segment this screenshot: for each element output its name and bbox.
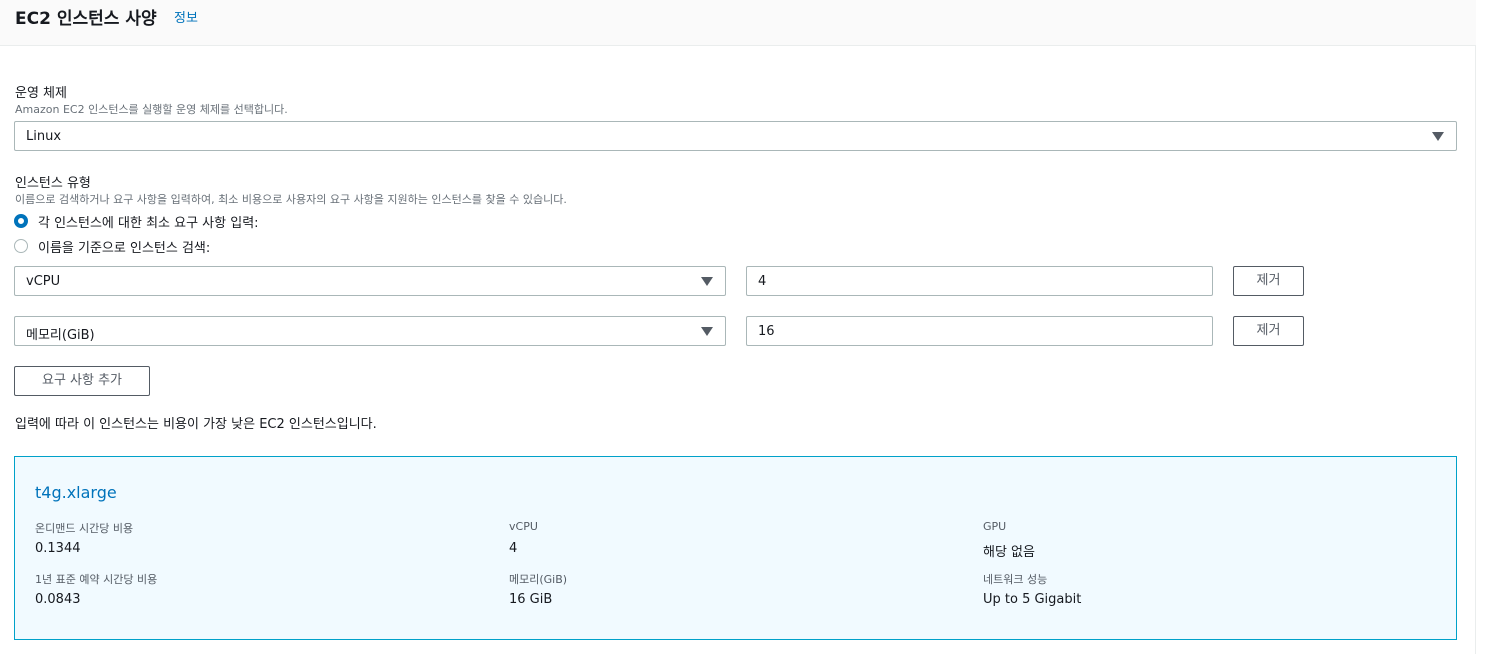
panel-header: EC2 인스턴스 사양 정보 xyxy=(0,0,1476,46)
radio-search-by-name[interactable]: 이름을 기준으로 인스턴스 검색: xyxy=(14,237,211,256)
requirement-value-input[interactable] xyxy=(746,266,1213,296)
network-performance-value: Up to 5 Gigabit xyxy=(983,592,1082,607)
remove-requirement-button[interactable]: 제거 xyxy=(1233,266,1304,296)
on-demand-cost-value: 0.1344 xyxy=(35,541,81,556)
os-select[interactable]: Linux xyxy=(14,121,1457,151)
caret-down-icon xyxy=(701,327,713,336)
add-requirement-button[interactable]: 요구 사항 추가 xyxy=(14,366,150,396)
radio-requirements-label: 각 인스턴스에 대한 최소 요구 사항 입력: xyxy=(38,215,259,231)
recommended-instance-card: t4g.xlarge 온디맨드 시간당 비용 0.1344 1년 표준 예약 시… xyxy=(14,456,1457,640)
os-description: Amazon EC2 인스턴스를 실행할 운영 체제를 선택합니다. xyxy=(15,103,288,116)
vcpu-value: 4 xyxy=(509,541,518,556)
result-note: 입력에 따라 이 인스턴스는 비용이 가장 낮은 EC2 인스턴스입니다. xyxy=(15,417,377,432)
requirement-value-input[interactable] xyxy=(746,316,1213,346)
scrollbar[interactable] xyxy=(1477,0,1486,654)
info-link[interactable]: 정보 xyxy=(174,7,198,26)
instance-type-description: 이름으로 검색하거나 요구 사항을 입력하여, 최소 비용으로 사용자의 요구 … xyxy=(15,193,567,206)
os-label: 운영 체제 xyxy=(15,86,67,101)
requirement-attribute-value: vCPU xyxy=(26,274,61,289)
network-performance-label: 네트워크 성능 xyxy=(983,573,1048,586)
radio-requirements[interactable]: 각 인스턴스에 대한 최소 요구 사항 입력: xyxy=(14,212,259,231)
page-title: EC2 인스턴스 사양 xyxy=(15,9,157,29)
radio-unchecked-icon[interactable] xyxy=(14,239,28,253)
vcpu-label: vCPU xyxy=(509,520,538,533)
instance-type-label: 인스턴스 유형 xyxy=(15,176,91,191)
ec2-spec-panel: EC2 인스턴스 사양 정보 운영 체제 Amazon EC2 인스턴스를 실행… xyxy=(0,0,1476,654)
reserved-cost-label: 1년 표준 예약 시간당 비용 xyxy=(35,573,158,586)
gpu-label: GPU xyxy=(983,520,1007,533)
requirement-attribute-select[interactable]: 메모리(GiB) xyxy=(14,316,726,346)
memory-value: 16 GiB xyxy=(509,592,553,607)
instance-name: t4g.xlarge xyxy=(35,483,117,502)
caret-down-icon xyxy=(1432,132,1444,141)
reserved-cost-value: 0.0843 xyxy=(35,592,81,607)
memory-label: 메모리(GiB) xyxy=(509,573,568,586)
remove-requirement-button[interactable]: 제거 xyxy=(1233,316,1304,346)
os-select-value: Linux xyxy=(26,129,62,144)
caret-down-icon xyxy=(701,277,713,286)
radio-checked-icon[interactable] xyxy=(14,214,28,228)
gpu-value: 해당 없음 xyxy=(983,545,1035,560)
radio-search-label: 이름을 기준으로 인스턴스 검색: xyxy=(38,240,211,256)
requirement-attribute-select[interactable]: vCPU xyxy=(14,266,726,296)
on-demand-cost-label: 온디맨드 시간당 비용 xyxy=(35,522,134,535)
requirement-attribute-value: 메모리(GiB) xyxy=(26,328,95,343)
